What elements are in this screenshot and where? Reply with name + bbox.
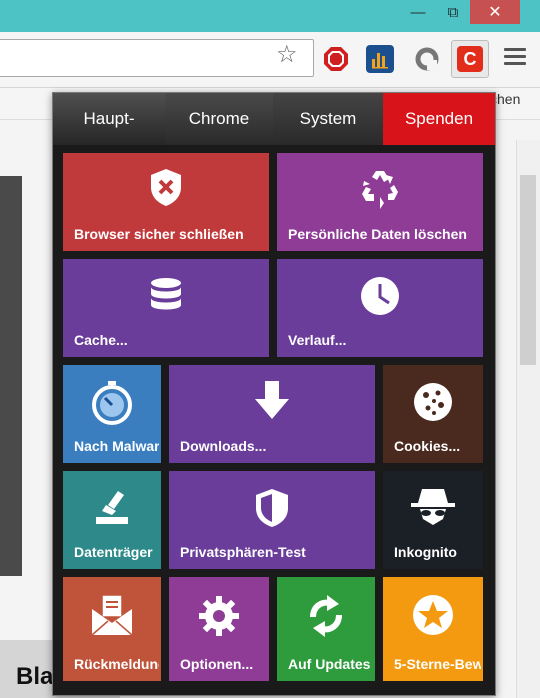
- clock-icon: [277, 275, 483, 317]
- shield-x-icon: [63, 167, 269, 207]
- minimize-button[interactable]: —: [400, 0, 436, 24]
- tile-delete-personal-data[interactable]: Persönliche Daten löschen: [277, 153, 483, 251]
- tile-label: Datenträger: [74, 544, 153, 560]
- tile-label: Browser sicher schließen: [74, 226, 244, 242]
- stopwatch-icon: [63, 381, 161, 425]
- tile-cache[interactable]: Cache...: [63, 259, 269, 357]
- tile-label: Auf Updates: [288, 656, 371, 672]
- broom-icon: [63, 489, 161, 527]
- maximize-button[interactable]: ⧉: [436, 0, 470, 24]
- tile-check-updates[interactable]: Auf Updates: [277, 577, 375, 681]
- chart-icon[interactable]: [366, 45, 394, 73]
- ring-icon[interactable]: [413, 45, 441, 73]
- popup-tabs: Haupt- Chrome System Spenden: [53, 93, 495, 145]
- mail-icon: [63, 593, 161, 637]
- stop-icon[interactable]: [322, 45, 350, 73]
- tile-label: Persönliche Daten löschen: [288, 226, 467, 242]
- bookmark-star-icon[interactable]: ☆: [276, 40, 298, 69]
- tile-rate-5-stars[interactable]: 5-Sterne-Bewertung: [383, 577, 483, 681]
- recycle-icon: [277, 167, 483, 209]
- star-icon: [383, 593, 483, 637]
- tab-chrome[interactable]: Chrome: [165, 93, 273, 145]
- tile-browser-close[interactable]: Browser sicher schließen: [63, 153, 269, 251]
- tab-system[interactable]: System: [273, 93, 383, 145]
- tile-label: Downloads...: [180, 438, 267, 454]
- tile-options[interactable]: Optionen...: [169, 577, 269, 681]
- download-arrow-icon: [169, 381, 375, 421]
- page-image: [0, 176, 22, 576]
- tile-label: Rückmeldung: [74, 656, 159, 672]
- tile-history[interactable]: Verlauf...: [277, 259, 483, 357]
- spy-hat-icon: [383, 485, 483, 529]
- window-title-bar: — ⧉ ✕: [0, 0, 540, 32]
- hamburger-menu-icon[interactable]: [504, 48, 526, 69]
- database-icon: [63, 277, 269, 315]
- tile-privacy-test[interactable]: Privatsphären-Test: [169, 471, 375, 569]
- tile-label: 5-Sterne-Bewertung: [394, 656, 481, 672]
- tile-label: Verlauf...: [288, 332, 347, 348]
- ccleaner-letter: C: [457, 46, 483, 72]
- shield-icon: [169, 487, 375, 529]
- tile-feedback[interactable]: Rückmeldung: [63, 577, 161, 681]
- tile-incognito[interactable]: Inkognito: [383, 471, 483, 569]
- tab-haupt[interactable]: Haupt-: [53, 93, 165, 145]
- tile-label: Cookies...: [394, 438, 461, 454]
- tile-label: Optionen...: [180, 656, 254, 672]
- tile-downloads[interactable]: Downloads...: [169, 365, 375, 463]
- tile-label: Cache...: [74, 332, 128, 348]
- tile-cookies[interactable]: Cookies...: [383, 365, 483, 463]
- tile-label: Nach Malware: [74, 438, 159, 454]
- tab-spenden[interactable]: Spenden: [383, 93, 495, 145]
- scrollbar-thumb[interactable]: [520, 175, 536, 365]
- tile-label: Privatsphären-Test: [180, 544, 306, 560]
- tile-disk[interactable]: Datenträger: [63, 471, 161, 569]
- tile-label: Inkognito: [394, 544, 457, 560]
- page-heading-fragment: Bla: [16, 663, 54, 690]
- ccleaner-icon[interactable]: C: [451, 40, 489, 78]
- address-bar[interactable]: [0, 39, 314, 77]
- tile-malware-scan[interactable]: Nach Malware: [63, 365, 161, 463]
- browser-toolbar: ☆ C: [0, 32, 540, 88]
- gear-icon: [169, 595, 269, 637]
- refresh-icon: [277, 595, 375, 637]
- cookie-icon: [383, 381, 483, 423]
- close-button[interactable]: ✕: [470, 0, 520, 24]
- ccleaner-popup: Haupt- Chrome System Spenden Browser sic…: [52, 92, 496, 696]
